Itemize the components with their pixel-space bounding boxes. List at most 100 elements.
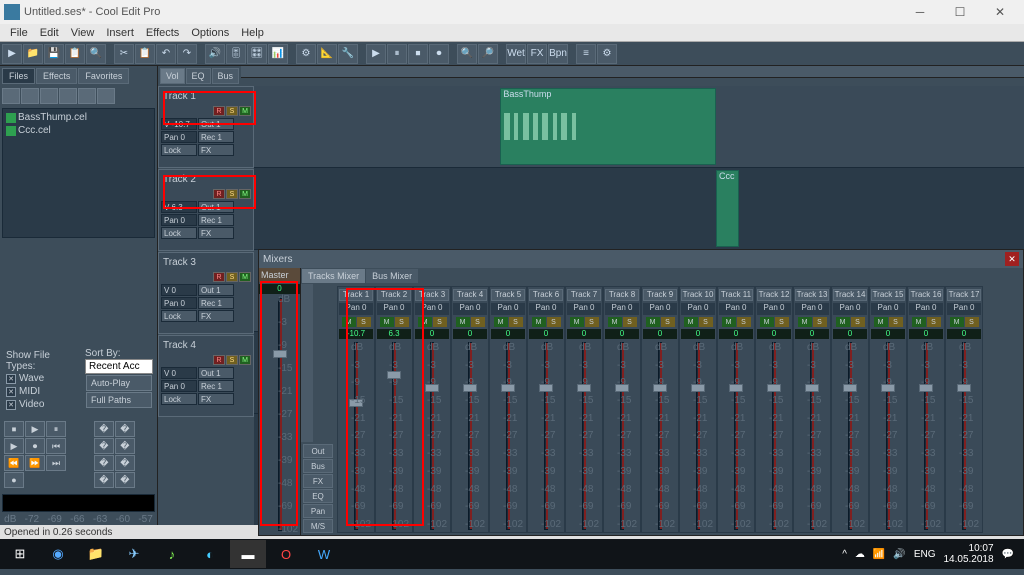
clock-time[interactable]: 10:07 xyxy=(943,543,993,554)
filetype-midi[interactable]: ✕MIDI xyxy=(6,385,79,398)
filetype-video[interactable]: ✕Video xyxy=(6,398,79,411)
mute-button[interactable]: M xyxy=(239,272,251,282)
mixer-tab[interactable]: Tracks Mixer xyxy=(302,269,365,283)
task-icon[interactable]: O xyxy=(268,540,304,568)
toolbar-button[interactable]: ⏸ xyxy=(387,44,407,64)
transport-button[interactable]: ⏮ xyxy=(46,438,66,454)
toolbar-button[interactable]: 🔍 xyxy=(457,44,477,64)
task-icon[interactable]: ♪ xyxy=(154,540,190,568)
mute-button[interactable]: M xyxy=(950,317,964,327)
toolbar-button[interactable]: 💾 xyxy=(44,44,64,64)
menu-effects[interactable]: Effects xyxy=(140,25,185,41)
mixer-side-button[interactable]: FX xyxy=(303,474,333,488)
autoplay-button[interactable]: Auto-Play xyxy=(86,375,152,391)
audio-clip[interactable]: BassThump xyxy=(500,88,716,165)
toolbar-button[interactable]: 📊 xyxy=(268,44,288,64)
mute-button[interactable]: M xyxy=(239,106,251,116)
mute-button[interactable]: M xyxy=(570,317,584,327)
file-toolbar-button[interactable] xyxy=(2,88,20,104)
record-arm[interactable]: R xyxy=(213,106,225,116)
channel-pan[interactable]: Pan 0 xyxy=(643,303,677,315)
zoom-button[interactable]: � xyxy=(115,455,135,471)
mixer-side-button[interactable]: Bus xyxy=(303,459,333,473)
solo-button[interactable]: S xyxy=(226,189,238,199)
filetype-wave[interactable]: ✕Wave xyxy=(6,372,79,385)
mute-button[interactable]: M xyxy=(646,317,660,327)
audio-clip[interactable]: Ccc xyxy=(716,170,739,247)
channel-pan[interactable]: Pan 0 xyxy=(909,303,943,315)
toolbar-button[interactable]: 🔊 xyxy=(205,44,225,64)
track-header[interactable]: Track 1RSMV -10.7Out 1Pan 0Rec 1LockFX xyxy=(158,86,254,168)
record-arm[interactable]: R xyxy=(213,355,225,365)
tray-icon[interactable]: ^ xyxy=(842,549,847,560)
mixer-side-button[interactable]: Pan xyxy=(303,504,333,518)
mute-button[interactable]: M xyxy=(684,317,698,327)
track-header[interactable]: Track 4RSMV 0Out 1Pan 0Rec 1LockFX xyxy=(158,335,254,417)
solo-button[interactable]: S xyxy=(737,317,751,327)
maximize-button[interactable]: ☐ xyxy=(940,1,980,23)
language-indicator[interactable]: ENG xyxy=(914,549,936,560)
task-icon[interactable]: ✈ xyxy=(116,540,152,568)
clock-date[interactable]: 14.05.2018 xyxy=(943,554,993,565)
toolbar-button[interactable]: 📋 xyxy=(65,44,85,64)
mute-button[interactable]: M xyxy=(722,317,736,327)
sort-dropdown[interactable]: Recent Acc xyxy=(85,359,153,374)
solo-button[interactable]: S xyxy=(226,272,238,282)
file-toolbar-button[interactable] xyxy=(97,88,115,104)
zoom-button[interactable]: � xyxy=(115,438,135,454)
toolbar-button[interactable]: ▶ xyxy=(366,44,386,64)
mute-button[interactable]: M xyxy=(494,317,508,327)
file-list[interactable]: BassThump.celCcc.cel xyxy=(2,108,155,238)
solo-button[interactable]: S xyxy=(226,355,238,365)
solo-button[interactable]: S xyxy=(471,317,485,327)
menu-insert[interactable]: Insert xyxy=(100,25,140,41)
file-toolbar-button[interactable] xyxy=(78,88,96,104)
task-icon[interactable]: ▬ xyxy=(230,540,266,568)
tab-files[interactable]: Files xyxy=(2,68,35,84)
mute-button[interactable]: M xyxy=(798,317,812,327)
task-icon[interactable]: W xyxy=(306,540,342,568)
menu-edit[interactable]: Edit xyxy=(34,25,65,41)
task-icon[interactable]: ◉ xyxy=(40,540,76,568)
mute-button[interactable]: M xyxy=(836,317,850,327)
solo-button[interactable]: S xyxy=(851,317,865,327)
mute-button[interactable]: M xyxy=(239,355,251,365)
zoom-button[interactable]: � xyxy=(94,472,114,488)
toolbar-button[interactable]: ≡ xyxy=(576,44,596,64)
menu-file[interactable]: File xyxy=(4,25,34,41)
solo-button[interactable]: S xyxy=(585,317,599,327)
minimize-button[interactable]: ─ xyxy=(900,1,940,23)
solo-button[interactable]: S xyxy=(661,317,675,327)
channel-pan[interactable]: Pan 0 xyxy=(377,303,411,315)
start-button[interactable]: ⊞ xyxy=(2,540,38,568)
timeline-ruler[interactable] xyxy=(241,66,1024,78)
toolbar-button[interactable]: ⏺ xyxy=(429,44,449,64)
mute-button[interactable]: M xyxy=(532,317,546,327)
mute-button[interactable]: M xyxy=(608,317,622,327)
channel-pan[interactable]: Pan 0 xyxy=(491,303,525,315)
task-icon[interactable]: 📁 xyxy=(78,540,114,568)
toolbar-button[interactable]: 🎛 xyxy=(247,44,267,64)
zoom-button[interactable]: � xyxy=(115,472,135,488)
tray-icon[interactable]: ☁ xyxy=(855,549,865,560)
mixer-side-button[interactable]: M/S xyxy=(303,519,333,533)
toolbar-button[interactable]: 📋 xyxy=(135,44,155,64)
solo-button[interactable]: S xyxy=(226,106,238,116)
solo-button[interactable]: S xyxy=(357,317,371,327)
solo-button[interactable]: S xyxy=(965,317,979,327)
transport-button[interactable]: ⏪ xyxy=(4,455,24,471)
channel-pan[interactable]: Pan 0 xyxy=(719,303,753,315)
channel-pan[interactable]: Pan 0 xyxy=(681,303,715,315)
solo-button[interactable]: S xyxy=(889,317,903,327)
transport-button[interactable]: ⏭ xyxy=(46,455,66,471)
notifications-icon[interactable]: 💬 xyxy=(1002,549,1014,560)
track-header[interactable]: Track 2RSMV 6.3Out 1Pan 0Rec 1LockFX xyxy=(158,169,254,251)
mute-button[interactable]: M xyxy=(760,317,774,327)
toolbar-button[interactable]: ↶ xyxy=(156,44,176,64)
transport-button[interactable]: ⏩ xyxy=(25,455,45,471)
mute-button[interactable]: M xyxy=(912,317,926,327)
toolbar-button[interactable]: FX xyxy=(527,44,547,64)
channel-pan[interactable]: Pan 0 xyxy=(871,303,905,315)
solo-button[interactable]: S xyxy=(433,317,447,327)
volume-icon[interactable]: 🔊 xyxy=(893,549,905,560)
